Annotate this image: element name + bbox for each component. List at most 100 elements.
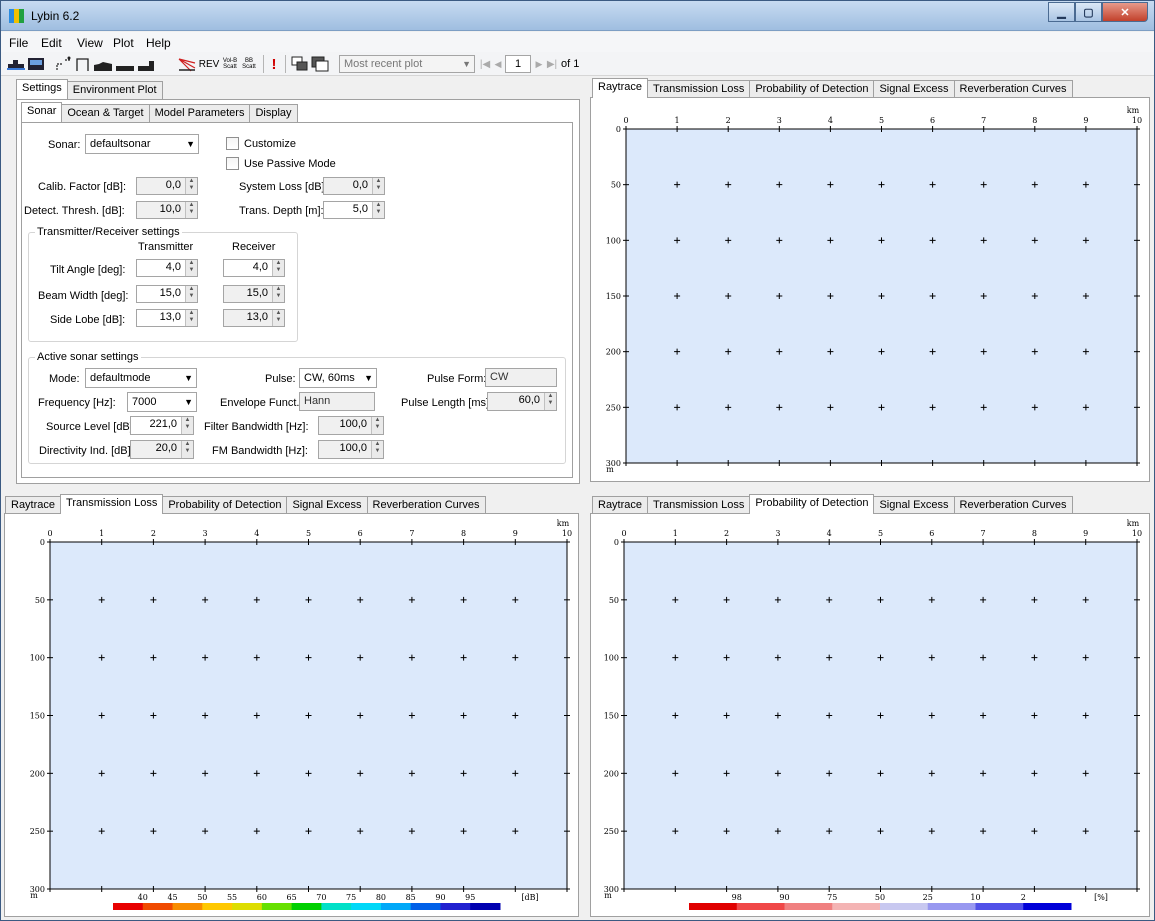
flat-bottom-icon[interactable] xyxy=(115,55,135,73)
minimize-icon: ▁ xyxy=(1057,6,1066,19)
menu-view[interactable]: View xyxy=(77,36,103,50)
menu-edit[interactable]: Edit xyxy=(41,36,62,50)
tab-reverberation-curves[interactable]: Reverberation Curves xyxy=(953,496,1073,514)
x-tick-label: 3 xyxy=(777,116,782,125)
calculate-icon[interactable]: ! xyxy=(269,55,279,73)
first-page-icon[interactable]: |◀ xyxy=(479,55,491,73)
tab-signal-excess[interactable]: Signal Excess xyxy=(873,80,955,98)
colorbar-segment xyxy=(202,903,233,910)
system-loss-stepper[interactable]: 0,0 ▲ ▼ xyxy=(323,177,385,195)
tab-probability-of-detection[interactable]: Probability of Detection xyxy=(749,494,875,514)
x-tick-label: 6 xyxy=(358,529,363,538)
colorbar-label: 40 xyxy=(138,893,148,902)
source-level-label: Source Level [dB]: xyxy=(46,421,136,433)
vol-scatt-icon[interactable]: Vol-B Scatt xyxy=(221,55,239,73)
colorbar-segment xyxy=(380,903,412,910)
mode-label: Mode: xyxy=(49,373,80,385)
tab-raytrace[interactable]: Raytrace xyxy=(592,496,649,514)
transmission-loss-plot[interactable]: 0 1 2 3 4 5 6 7 8 9 10km050100150200250300m 40 45 50 5… xyxy=(5,514,578,916)
pulse-length-stepper[interactable]: 60,0 ▲ ▼ xyxy=(487,392,557,411)
detect-thresh-stepper[interactable]: 10,0 ▲ ▼ xyxy=(136,201,198,219)
bottom-icon[interactable] xyxy=(93,55,113,73)
prev-page-icon[interactable]: ◀ xyxy=(493,55,503,73)
frequency-select[interactable]: 7000 ▼ xyxy=(127,392,197,412)
tab-transmission-loss[interactable]: Transmission Loss xyxy=(647,496,751,514)
source-level-stepper[interactable]: 221,0 ▲ ▼ xyxy=(130,416,194,435)
x-tick-label: 1 xyxy=(675,116,680,125)
tilt-tx-stepper[interactable]: 4,0 ▲ ▼ xyxy=(136,259,198,277)
next-page-icon[interactable]: ▶ xyxy=(534,55,544,73)
plot-panel-top-right: 0 1 2 3 4 5 6 7 8 9 10 km 0 50 100 150 200 250 300 m xyxy=(590,97,1150,482)
tilt-rx-stepper[interactable]: 4,0 ▲ ▼ xyxy=(223,259,285,277)
tab-ocean-target[interactable]: Ocean & Target xyxy=(61,104,150,122)
maximize-button[interactable]: ▢ xyxy=(1075,2,1102,22)
system-loss-label: System Loss [dB]: xyxy=(239,181,328,193)
ship-icon[interactable] xyxy=(7,55,25,73)
tile-windows-icon[interactable] xyxy=(291,55,309,73)
x-tick-label: 5 xyxy=(306,529,311,538)
x-tick-label: 3 xyxy=(775,529,780,538)
tab-probability-of-detection[interactable]: Probability of Detection xyxy=(749,80,875,98)
fm-bandwidth-stepper[interactable]: 100,0 ▲ ▼ xyxy=(318,440,384,459)
menu-help[interactable]: Help xyxy=(146,36,171,50)
sonar-select[interactable]: defaultsonar ▼ xyxy=(85,134,199,154)
probability-of-detection-plot[interactable]: 0 1 2 3 4 5 6 7 8 9 10km050100150200250300m 98 90 75 5… xyxy=(591,514,1149,916)
x-tick-label: 9 xyxy=(1083,116,1088,125)
colorbar-label: 75 xyxy=(346,893,356,902)
raytrace-plot[interactable]: 0 1 2 3 4 5 6 7 8 9 10km050100150200250300m xyxy=(591,98,1149,481)
bb-scatt-icon[interactable]: BB Scatt xyxy=(241,55,257,73)
sonar-sub-tabs: Sonar Ocean & Target Model Parameters Di… xyxy=(21,102,298,122)
passive-mode-checkbox[interactable] xyxy=(226,157,239,170)
pulse-icon[interactable] xyxy=(75,55,91,73)
menu-file[interactable]: File xyxy=(9,36,28,50)
raytrace-icon[interactable] xyxy=(177,55,197,73)
title-bar[interactable]: Lybin 6.2 ▁ ▢ ✕ xyxy=(1,1,1154,31)
mode-select[interactable]: defaultmode ▼ xyxy=(85,368,197,388)
page-number-input[interactable]: 1 xyxy=(505,55,531,73)
page-count-label: of 1 xyxy=(561,58,580,70)
cascade-windows-icon[interactable] xyxy=(311,55,329,73)
colorbar-label: 50 xyxy=(875,893,885,902)
ocean-icon[interactable] xyxy=(27,55,45,73)
tab-transmission-loss[interactable]: Transmission Loss xyxy=(60,494,164,514)
x-tick-label: 0 xyxy=(621,529,626,538)
sonar-label: Sonar: xyxy=(48,139,81,151)
beam-tx-stepper[interactable]: 15,0 ▲ ▼ xyxy=(136,285,198,303)
colorbar-segment xyxy=(261,903,293,910)
sidelobe-tx-stepper[interactable]: 13,0 ▲ ▼ xyxy=(136,309,198,327)
tab-transmission-loss[interactable]: Transmission Loss xyxy=(647,80,751,98)
tab-probability-of-detection[interactable]: Probability of Detection xyxy=(162,496,288,514)
tab-reverberation-curves[interactable]: Reverberation Curves xyxy=(366,496,486,514)
plot-history-select[interactable]: Most recent plot ▼ xyxy=(339,55,475,73)
beam-rx-stepper[interactable]: 15,0 ▲ ▼ xyxy=(223,285,285,303)
tab-model-parameters[interactable]: Model Parameters xyxy=(148,104,251,122)
y-tick-label: 250 xyxy=(30,827,45,836)
customize-checkbox[interactable] xyxy=(226,137,239,150)
tab-sonar[interactable]: Sonar xyxy=(21,102,63,122)
close-button[interactable]: ✕ xyxy=(1102,2,1148,22)
tab-reverberation-curves[interactable]: Reverberation Curves xyxy=(953,80,1073,98)
menu-plot[interactable]: Plot xyxy=(113,36,134,50)
trx-settings-title: Transmitter/Receiver settings xyxy=(35,226,182,238)
trans-depth-stepper[interactable]: 5,0 ▲ ▼ xyxy=(323,201,385,219)
tab-raytrace[interactable]: Raytrace xyxy=(592,78,649,98)
filter-bandwidth-stepper[interactable]: 100,0 ▲ ▼ xyxy=(318,416,384,435)
plot-tabs-top-right: Raytrace Transmission Loss Probability o… xyxy=(592,78,1073,98)
pulse-select[interactable]: CW, 60ms ▼ xyxy=(299,368,377,388)
target-icon[interactable] xyxy=(137,55,157,73)
tab-settings[interactable]: Settings xyxy=(16,79,68,99)
last-page-icon[interactable]: ▶| xyxy=(546,55,558,73)
minimize-button[interactable]: ▁ xyxy=(1048,2,1075,22)
directivity-stepper[interactable]: 20,0 ▲ ▼ xyxy=(130,440,194,459)
tab-display[interactable]: Display xyxy=(249,104,298,122)
sidelobe-rx-stepper[interactable]: 13,0 ▲ ▼ xyxy=(223,309,285,327)
rev-icon[interactable]: REV xyxy=(199,55,220,73)
tab-raytrace[interactable]: Raytrace xyxy=(5,496,62,514)
tab-signal-excess[interactable]: Signal Excess xyxy=(286,496,368,514)
y-tick-label: 250 xyxy=(604,827,619,836)
calib-factor-stepper[interactable]: 0,0 ▲ ▼ xyxy=(136,177,198,195)
profile-icon[interactable] xyxy=(55,55,73,73)
tab-environment-plot[interactable]: Environment Plot xyxy=(66,81,163,99)
colorbar-label: 90 xyxy=(779,893,789,902)
tab-signal-excess[interactable]: Signal Excess xyxy=(873,496,955,514)
